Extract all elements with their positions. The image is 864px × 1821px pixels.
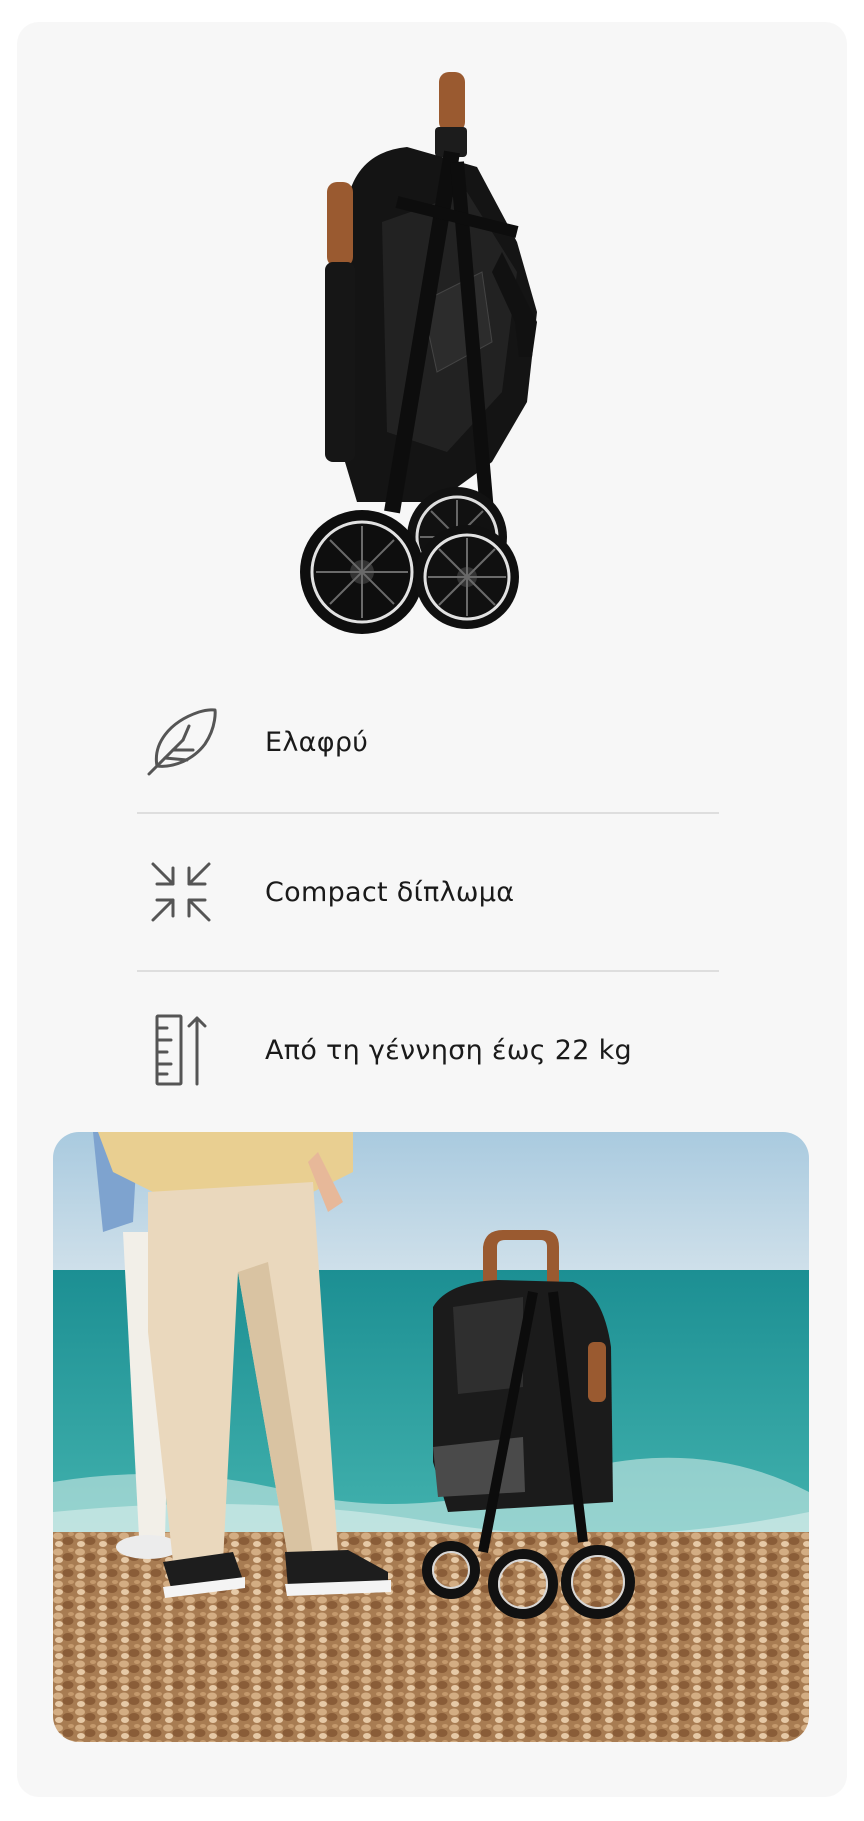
folded-stroller-image (300, 72, 537, 634)
product-card: Ελαφρύ Compact δίπλωμα Από τη γέννηση έω… (17, 22, 847, 1797)
feature-label: Από τη γέννηση έως 22 kg (265, 1034, 632, 1066)
ruler-height-icon (143, 1012, 219, 1088)
feature-label: Ελαφρύ (265, 726, 369, 758)
feature-label: Compact δίπλωμα (265, 876, 515, 908)
feather-icon (143, 704, 219, 780)
feature-item-compact-fold: Compact δίπλωμα (137, 814, 719, 970)
feature-list: Ελαφρύ Compact δίπλωμα Από τη γέννηση έω… (137, 672, 719, 1128)
feature-item-weight-range: Από τη γέννηση έως 22 kg (137, 972, 719, 1128)
beach-stroller-photo (53, 1132, 809, 1742)
compress-arrows-icon (143, 854, 219, 930)
feature-item-lightweight: Ελαφρύ (137, 672, 719, 812)
